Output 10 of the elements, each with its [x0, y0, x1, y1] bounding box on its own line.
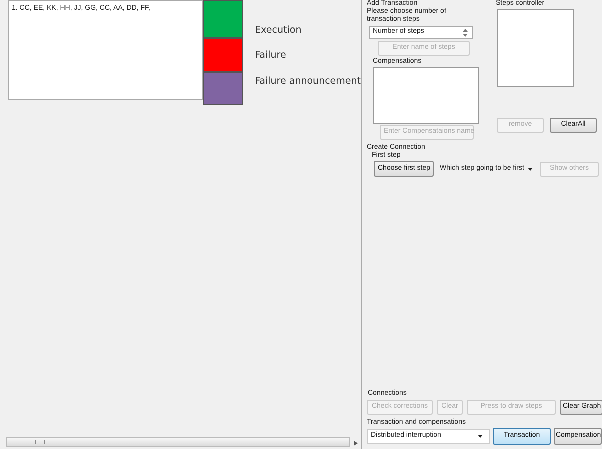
caret-icon[interactable]: [478, 435, 483, 438]
horizontal-scrollbar[interactable]: [6, 437, 350, 447]
scroll-right-icon[interactable]: [354, 440, 358, 446]
legend-label: Failure announcement: [254, 74, 361, 88]
steps-list[interactable]: [497, 9, 574, 87]
caret-icon[interactable]: [528, 168, 533, 170]
legend-label: Execution: [254, 24, 303, 38]
spin-arrows-icon[interactable]: [462, 28, 469, 38]
legend-label: Failure: [254, 49, 288, 64]
compensations-list[interactable]: [373, 67, 479, 124]
